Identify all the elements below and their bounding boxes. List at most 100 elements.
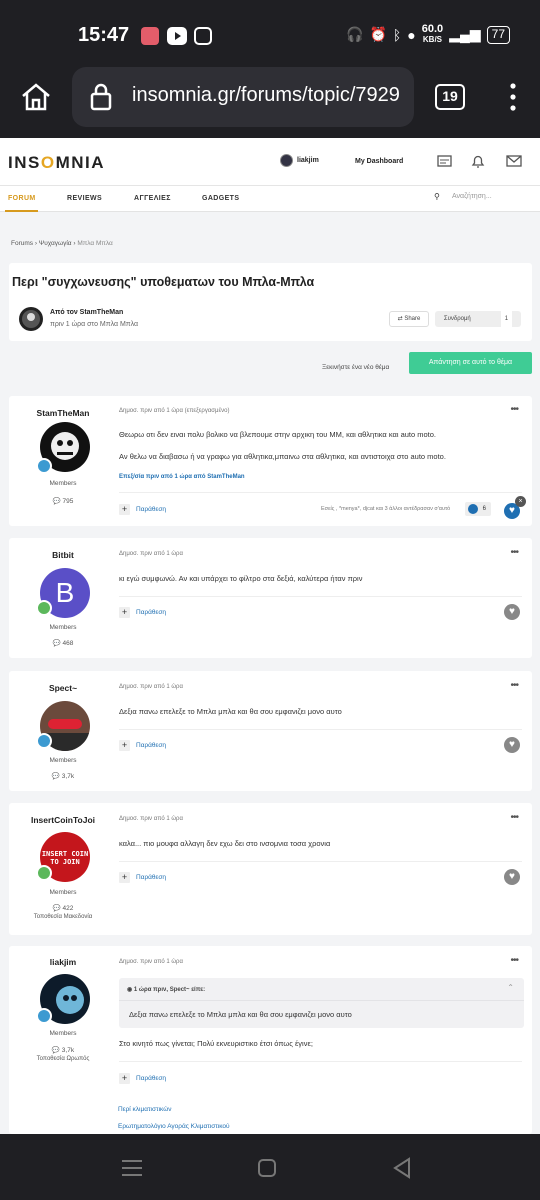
- post-text: Δεξια πανω επελεξε το Μπλα μπλα και θα σ…: [119, 707, 342, 716]
- divider: [119, 596, 522, 597]
- site-logo[interactable]: INSOMNIA: [8, 153, 105, 173]
- post-text: κι εγώ συμφωνώ. Αν και υπάρχει το φίλτρο…: [119, 574, 363, 583]
- post-author[interactable]: Spect~: [9, 683, 117, 693]
- post-text: Θεωρω οτι δεν ειναι πολυ βολικο να βλεπο…: [119, 430, 437, 439]
- address-bar[interactable]: insomnia.gr/forums/topic/7929: [72, 67, 414, 127]
- breadcrumb-entertainment[interactable]: Ψυχαγωγία: [39, 240, 72, 247]
- recents-icon[interactable]: [121, 1158, 143, 1178]
- post-menu-icon[interactable]: •••: [510, 680, 518, 691]
- search-input[interactable]: Αναζήτηση...: [452, 193, 492, 200]
- overflow-menu-icon[interactable]: [507, 82, 519, 112]
- headphones-icon: 🎧: [346, 26, 364, 42]
- member-group: Members: [49, 1030, 77, 1037]
- follow-button[interactable]: Συνδρομή 1: [435, 311, 521, 327]
- user-menu[interactable]: liakjim: [280, 154, 319, 167]
- reaction-count[interactable]: 6: [465, 502, 491, 516]
- reactions-summary[interactable]: Εσείς , *menya*, djcat και 3 άλλοι αντέδ…: [321, 506, 450, 512]
- post-date: Δημοσ. πριν από 1 ώρα: [119, 959, 183, 965]
- post: StamTheMan Members 💬 795 Δημοσ. πριν από…: [9, 396, 532, 526]
- messenger-icon[interactable]: [437, 153, 453, 169]
- related-topic-link[interactable]: Περί κλιματιστικών: [118, 1106, 172, 1113]
- main-nav: FORUM REVIEWS ΑΓΓΕΛΙΕΣ GADGETS ⚲ Αναζήτη…: [0, 186, 540, 212]
- mail-icon[interactable]: [506, 153, 522, 169]
- back-icon[interactable]: [392, 1157, 412, 1179]
- rank-badge-icon: [36, 458, 52, 474]
- post-date: Δημοσ. πριν από 1 ώρα: [119, 816, 183, 822]
- divider: [119, 492, 522, 493]
- post-author[interactable]: Bitbit: [9, 550, 117, 560]
- author-avatar[interactable]: [19, 307, 43, 331]
- post: Bitbit B Members 💬 468 Δημοσ. πριν από 1…: [9, 538, 532, 658]
- clock: 15:47: [78, 24, 130, 46]
- close-icon[interactable]: ×: [515, 496, 526, 507]
- share-button[interactable]: ⇄ Share: [389, 311, 429, 327]
- post-menu-icon[interactable]: •••: [510, 404, 518, 415]
- rank-badge-icon: [36, 600, 52, 616]
- post-date: Δημοσ. πριν από 1 ώρα: [119, 551, 183, 557]
- alarm-icon: ⏰: [369, 26, 387, 42]
- location: Τοποθεσία Ωρωπός: [36, 1056, 90, 1062]
- rank-badge-icon: [36, 733, 52, 749]
- quote-button[interactable]: + Παράθεση: [119, 872, 166, 883]
- like-icon[interactable]: ♥: [504, 869, 520, 885]
- quote-button[interactable]: + Παράθεση: [119, 1073, 166, 1084]
- post-text: καλα... πιο μουφα αλλαγη δεν εχω δει στο…: [119, 839, 331, 848]
- post: liakjim Members 💬 3,7k Τοποθεσία Ωρωπός …: [9, 946, 532, 1134]
- post-text: Στο κινητό πως γίνεται; Πολύ εκνευριστικ…: [119, 1039, 313, 1048]
- breadcrumb: Forums › Ψυχαγωγία › Μπλα Μπλα: [11, 240, 113, 247]
- post-author[interactable]: InsertCoinToJoi: [9, 815, 117, 825]
- home-nav-icon[interactable]: [257, 1158, 277, 1178]
- quote-text: Δεξια πανω επελεξε το Μπλα μπλα και θα σ…: [129, 1010, 352, 1019]
- nav-active-indicator: [5, 210, 38, 212]
- reply-button[interactable]: Απάντηση σε αυτό το θέμα: [409, 352, 532, 374]
- post-date: Δημοσ. πριν από 1 ώρα: [119, 684, 183, 690]
- nav-gadgets[interactable]: GADGETS: [202, 195, 239, 202]
- nav-forum[interactable]: FORUM: [8, 195, 36, 202]
- location-icon: ●: [407, 26, 416, 43]
- post: Spect~ Members 💬 3,7k Δημοσ. πριν από 1 …: [9, 671, 532, 791]
- bell-icon[interactable]: [470, 153, 486, 169]
- member-group: Members: [49, 480, 77, 487]
- post-menu-icon[interactable]: •••: [510, 547, 518, 558]
- breadcrumb-forums[interactable]: Forums: [11, 240, 33, 247]
- post-count: 💬 468: [52, 640, 74, 647]
- quote-button[interactable]: + Παράθεση: [119, 504, 166, 515]
- page-title: Περι "συγχωνευσης" υποθεματων του Μπλα-Μ…: [12, 275, 315, 289]
- quote-button[interactable]: + Παράθεση: [119, 607, 166, 618]
- edit-note: Επεξ/σία πριν από 1 ώρα από StamTheMan: [119, 474, 245, 480]
- like-icon[interactable]: ♥: [504, 604, 520, 620]
- divider: [119, 1000, 524, 1001]
- divider: [119, 729, 522, 730]
- post-menu-icon[interactable]: •••: [510, 812, 518, 823]
- quote-button[interactable]: + Παράθεση: [119, 740, 166, 751]
- post-text: Αν θελω να διαβασω ή να γραφω για αθλητι…: [119, 452, 446, 461]
- post-menu-icon[interactable]: •••: [510, 955, 518, 966]
- search-icon[interactable]: ⚲: [434, 192, 440, 201]
- post-author[interactable]: liakjim: [9, 957, 117, 967]
- post: InsertCoinToJoi INSERT COIN TO JOIN Membe…: [9, 803, 532, 935]
- music-app-icon: [141, 27, 159, 45]
- quote-header: ◉ 1 ώρα πριν, Spect~ είπε:: [127, 987, 206, 993]
- member-group: Members: [49, 889, 77, 896]
- dashboard-link[interactable]: My Dashboard: [355, 158, 403, 165]
- like-icon[interactable]: ♥: [504, 737, 520, 753]
- status-bar: 15:47 🎧 ⏰ ᛒ ● 60.0 KB/S ▂▄▆ 77: [0, 0, 540, 70]
- related-topic-link[interactable]: Ερωτηματολόγιο Αγοράς Κλιματιστικού: [118, 1123, 230, 1130]
- topic-date: πριν 1 ώρα στο Μπλα Μπλα: [50, 321, 139, 328]
- quote-block: ◉ 1 ώρα πριν, Spect~ είπε: ⌃ Δεξια πανω …: [119, 978, 524, 1028]
- rank-badge-icon: [36, 865, 52, 881]
- location: Τοποθεσία Μακεδονία: [33, 914, 93, 920]
- topic-author[interactable]: Από τον StamTheMan: [50, 309, 123, 316]
- system-nav-bar: [0, 1134, 540, 1200]
- tab-switcher-button[interactable]: 19: [435, 84, 465, 110]
- rank-badge-icon: [36, 1008, 52, 1024]
- home-icon[interactable]: [20, 81, 52, 113]
- browser-toolbar: insomnia.gr/forums/topic/7929 19: [0, 64, 540, 138]
- breadcrumb-blabla[interactable]: Μπλα Μπλα: [77, 240, 112, 247]
- nav-ads[interactable]: ΑΓΓΕΛΙΕΣ: [134, 195, 171, 202]
- signal-icon: ▂▄▆: [449, 26, 481, 42]
- collapse-icon[interactable]: ⌃: [507, 983, 514, 992]
- nav-reviews[interactable]: REVIEWS: [67, 195, 102, 202]
- post-author[interactable]: StamTheMan: [9, 408, 117, 418]
- new-topic-link[interactable]: Ξεκινήστε ένα νέο θέμα: [322, 364, 389, 371]
